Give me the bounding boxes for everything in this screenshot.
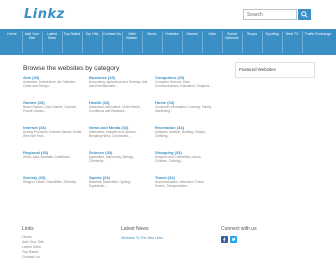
category-item: Health (33) Addictions, Alternative, Chi… [89,100,149,113]
nav-item-web-master[interactable]: Web Master [123,29,141,55]
category-item: Recreation (33) Antiques, Aviation, Boat… [155,125,215,138]
footer-link-latest-sites[interactable]: Latest Sites [22,245,41,250]
search-input[interactable] [243,9,297,20]
nav-item-top-rated[interactable]: Top Rated [63,29,81,55]
nav-item-contact[interactable]: Contact Us [103,29,121,55]
nav-item-home[interactable]: Home [3,29,21,55]
nav-item-music[interactable]: Music [143,29,161,55]
category-description: Addictions, Alternative, Child Health, C… [89,105,141,113]
page-title: Browse the websites by category [23,65,120,72]
nav-item-top-hits[interactable]: Top Hits [83,29,101,55]
category-item: Science (33) Agriculture, Astronomy, Bio… [89,150,149,163]
footer-links-title: Links [22,226,34,232]
footer-link-home[interactable]: Home [22,235,32,240]
category-item: Society (33) Religion, Death, Disabiliti… [23,175,83,184]
category-item: Business (33) Accounting, Agriculture an… [89,75,149,88]
search-icon [301,11,308,18]
featured-websites-box: Featured Websites [235,62,315,78]
latest-news-link[interactable]: Welcome To The New Linkz [121,236,163,240]
footer-news-title: Latest News [121,226,149,232]
nav-item-sporting[interactable]: Sporting [263,29,281,55]
category-description: Alternative, Analysis and Opinion, Break… [89,130,137,138]
nav-item-web-tv[interactable]: Web TV [283,29,301,55]
nav-item-hobbies[interactable]: Hobbies [163,29,181,55]
category-description: Baseball, Basketball, Cycling, Equestria… [89,180,131,188]
category-description: Board Games, Card Games, Console, Puzzle… [23,105,77,113]
category-item: Regional (33) Africa, Asia, Australia, C… [23,150,83,159]
category-description: Africa, Asia, Australia, Caribbean... [23,155,73,159]
category-item: Arts (33) Animation, Architecture, Art G… [23,75,83,88]
category-description: Access Providers, Domain Names, Email, W… [23,130,82,138]
featured-websites-title: Featured Websites [239,67,276,72]
nav-item-add-site[interactable]: Add Your Site [23,29,41,55]
footer: Links Home Add Your Site Latest Sites To… [0,220,336,280]
nav-item-social-network[interactable]: Social Network [223,29,241,55]
facebook-icon[interactable] [221,236,228,243]
category-description: Agriculture, Astronomy, Biology, Chemist… [89,155,134,163]
nav-item-shops[interactable]: Shops [243,29,261,55]
category-panel: Browse the websites by category Arts (33… [20,62,220,212]
main-nav: Home Add Your Site Latest Sites Top Rate… [0,29,336,55]
nav-item-traffic-exchange[interactable]: Traffic Exchange [303,29,333,55]
category-description: Computer Science, Data Communications, E… [155,80,212,88]
category-item: Travel (33) Accommodation, Adventure Tra… [155,175,215,188]
footer-link-add-site[interactable]: Add Your Site [22,240,44,245]
category-item: Internet (33) Access Providers, Domain N… [23,125,83,138]
nav-item-games[interactable]: Games [183,29,201,55]
category-item: Computers (33) Computer Science, Data Co… [155,75,215,88]
category-description: Accommodation, Adventure Travel, Events,… [155,180,205,188]
category-description: Consumer Information, Cooking, Family, G… [155,105,212,113]
category-item: Games (33) Board Games, Card Games, Cons… [23,100,83,113]
site-logo[interactable]: Linkz [24,7,65,22]
category-description: Religion, Death, Disabilities, Ethnicity… [23,180,79,184]
search-button[interactable] [298,9,311,20]
category-item: Home (33) Consumer Information, Cooking,… [155,100,215,113]
nav-item-jobs[interactable]: Jobs [203,29,221,55]
category-description: Animation, Architecture, Art Galleries, … [23,80,76,88]
sidebar: Featured Websites [231,62,316,212]
category-description: Antiques and Collectibles, Autos, Childr… [155,155,202,163]
category-description: Accounting, Agriculture and Forestry, Ar… [89,80,148,88]
header: Linkz [0,0,336,30]
nav-item-latest-sites[interactable]: Latest Sites [43,29,61,55]
category-item: Sports (33) Baseball, Basketball, Cyclin… [89,175,149,188]
footer-link-top-rated[interactable]: Top Rated [22,250,38,255]
category-item: Shopping (33) Antiques and Collectibles,… [155,150,215,163]
category-item: News and Media (33) Alternative, Analysi… [89,125,149,138]
category-description: Antiques, Aviation, Boating, Camps, Clim… [155,130,206,138]
twitter-icon[interactable] [230,236,237,243]
footer-connect-title: Connect with us [221,226,257,232]
footer-link-contact[interactable]: Contact Us [22,255,40,260]
